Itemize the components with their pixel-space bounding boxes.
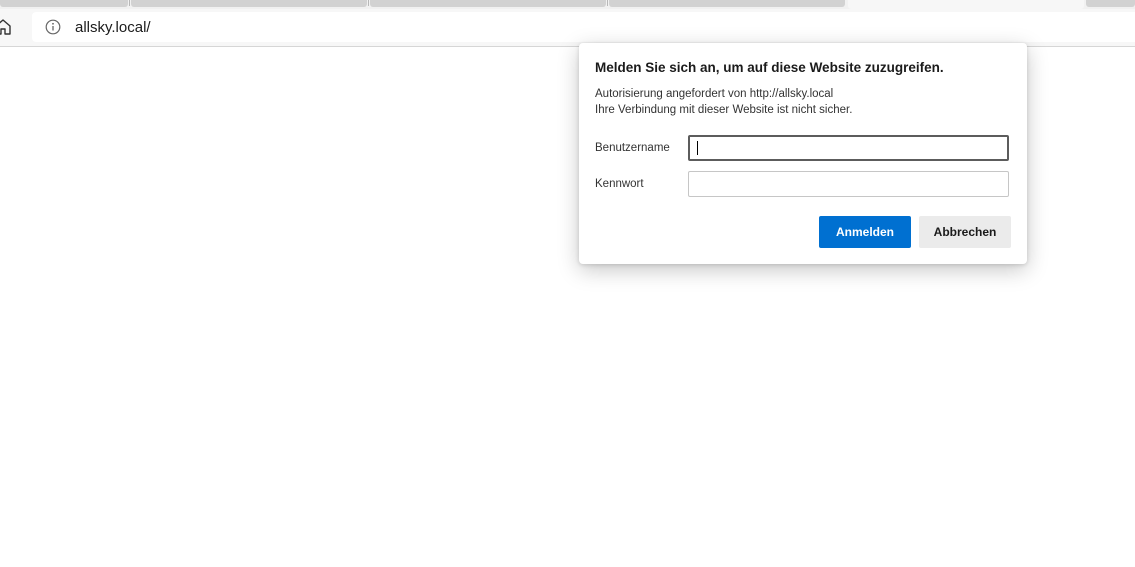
text-caret — [697, 141, 698, 155]
tab-separator — [129, 0, 130, 6]
password-label: Kennwort — [595, 178, 644, 190]
signin-button[interactable]: Anmelden — [819, 216, 911, 248]
url-text[interactable]: allsky.local/ — [75, 19, 151, 36]
tab-2[interactable] — [131, 0, 367, 7]
cancel-button[interactable]: Abbrechen — [919, 216, 1011, 248]
auth-dialog: Melden Sie sich an, um auf diese Website… — [579, 43, 1027, 264]
tab-3[interactable] — [370, 0, 606, 7]
password-field[interactable] — [688, 171, 1009, 197]
home-icon — [0, 19, 11, 35]
auth-requested-text: Autorisierung angefordert von http://all… — [595, 88, 834, 100]
tab-separator — [607, 0, 608, 6]
browser-window: allsky.local/ Melden Sie sich an, um auf… — [0, 0, 1135, 567]
insecure-connection-text: Ihre Verbindung mit dieser Website ist n… — [595, 104, 853, 116]
dialog-title: Melden Sie sich an, um auf diese Website… — [595, 60, 944, 75]
tab-strip — [0, 0, 1135, 9]
username-field[interactable] — [688, 135, 1009, 161]
info-circle-icon[interactable] — [45, 19, 61, 35]
tab-1[interactable] — [0, 0, 128, 7]
tab-separator — [368, 0, 369, 6]
username-label: Benutzername — [595, 142, 670, 154]
tab-active[interactable] — [848, 0, 1084, 9]
tab-6[interactable] — [1086, 0, 1135, 7]
home-button[interactable] — [0, 17, 12, 37]
address-bar[interactable]: allsky.local/ — [32, 12, 1135, 42]
tab-4[interactable] — [609, 0, 845, 7]
browser-toolbar: allsky.local/ — [0, 9, 1135, 47]
